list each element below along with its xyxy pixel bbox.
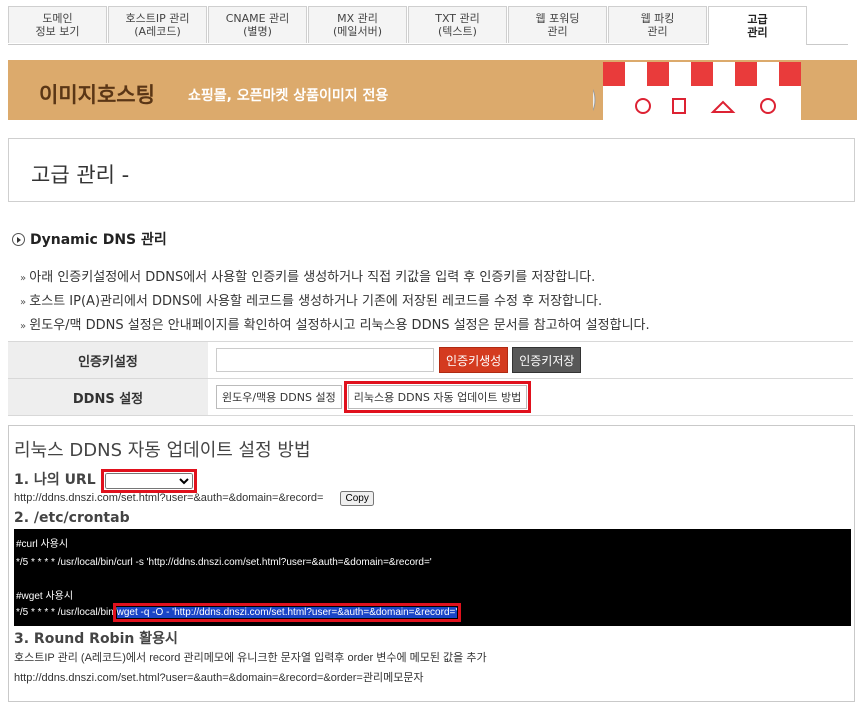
round-robin-url: http://ddns.dnszi.com/set.html?user=&aut…: [14, 672, 424, 684]
wget-command-selected[interactable]: wget -q -O - 'http://ddns.dnszi.com/set.…: [112, 603, 462, 622]
tab-txt[interactable]: TXT 관리 (텍스트): [408, 6, 507, 43]
save-key-button[interactable]: 인증키저장: [512, 347, 582, 373]
generate-key-button[interactable]: 인증키생성: [439, 347, 509, 373]
heading-my-url: 1. 나의 URL: [14, 469, 197, 493]
record-select[interactable]: [100, 469, 197, 493]
arrow-circle-icon: [12, 232, 25, 246]
tab-advanced[interactable]: 고급 관리: [708, 6, 807, 45]
copy-button[interactable]: Copy: [340, 491, 374, 506]
tab-host-ip[interactable]: 호스트IP 관리 (A레코드): [108, 6, 207, 43]
heading-crontab: 2. /etc/crontab: [14, 510, 130, 526]
round-robin-desc: 호스트IP 관리 (A레코드)에서 record 관리메모에 유니크한 문자열 …: [14, 652, 487, 664]
section-heading: Dynamic DNS 관리: [12, 229, 167, 249]
banner-title: 이미지호스팅: [39, 83, 155, 107]
windows-mac-ddns-button[interactable]: 윈도우/맥용 DDNS 설정: [216, 385, 342, 409]
tab-domain-info[interactable]: 도메인 정보 보기: [8, 6, 107, 43]
my-url-text: http://ddns.dnszi.com/set.html?user=&aut…: [14, 491, 374, 506]
auth-key-label: 인증키설정: [8, 342, 208, 378]
domain-tabs: 도메인 정보 보기 호스트IP 관리 (A레코드) CNAME 관리 (별명) MX …: [8, 6, 848, 45]
page-title: 고급 관리 -: [31, 163, 130, 187]
redacted-domain: [152, 166, 208, 180]
curl-command[interactable]: */5 * * * * /usr/local/bin/curl -s 'http…: [16, 557, 432, 568]
wget-comment: #wget 사용시: [16, 591, 74, 602]
linux-ddns-button[interactable]: 리눅스용 DDNS 자동 업데이트 방법: [343, 381, 532, 413]
ddns-setting-row: DDNS 설정 윈도우/맥용 DDNS 설정 리눅스용 DDNS 자동 업데이트…: [8, 379, 853, 416]
crontab-code-block: #curl 사용시 */5 * * * * /usr/local/bin/cur…: [14, 529, 851, 626]
shop-awning-icon: [593, 62, 801, 120]
instruction-notes: 아래 인증키설정에서 DDNS에서 사용할 인증키를 생성하거나 직접 키값을 …: [20, 266, 650, 338]
guide-title: 리눅스 DDNS 자동 업데이트 설정 방법: [14, 440, 311, 461]
list-item: 호스트 IP(A)관리에서 DDNS에 사용할 레코드를 생성하거나 기존에 저…: [20, 290, 650, 314]
wget-line: */5 * * * * /usr/local/bin/wget -q -O - …: [16, 603, 462, 622]
curl-comment: #curl 사용시: [16, 539, 69, 550]
ddns-form: 인증키설정 인증키생성 인증키저장 DDNS 설정 윈도우/맥용 DDNS 설정…: [8, 341, 853, 416]
tab-web-parking[interactable]: 웹 파킹 관리: [608, 6, 707, 43]
tab-cname[interactable]: CNAME 관리 (별명): [208, 6, 307, 43]
section-title: Dynamic DNS 관리: [30, 232, 167, 248]
ddns-setting-label: DDNS 설정: [8, 379, 208, 415]
list-item: 아래 인증키설정에서 DDNS에서 사용할 인증키를 생성하거나 직접 키값을 …: [20, 266, 650, 290]
auth-key-input[interactable]: [216, 348, 434, 372]
heading-round-robin: 3. Round Robin 활용시: [14, 631, 178, 647]
page-title-panel: 고급 관리 -: [8, 138, 855, 202]
linux-guide-panel: 리눅스 DDNS 자동 업데이트 설정 방법 1. 나의 URL http://…: [8, 425, 855, 702]
list-item: 윈도우/맥 DDNS 설정은 안내페이지를 확인하여 설정하시고 리눅스용 DD…: [20, 314, 649, 338]
tab-mx[interactable]: MX 관리 (메일서버): [308, 6, 407, 43]
auth-key-row: 인증키설정 인증키생성 인증키저장: [8, 342, 853, 379]
banner-subtitle: 쇼핑몰, 오픈마켓 상품이미지 전용: [188, 88, 389, 104]
tab-web-forwarding[interactable]: 웹 포워딩 관리: [508, 6, 607, 43]
image-hosting-banner[interactable]: 이미지호스팅 쇼핑몰, 오픈마켓 상품이미지 전용: [8, 60, 857, 120]
